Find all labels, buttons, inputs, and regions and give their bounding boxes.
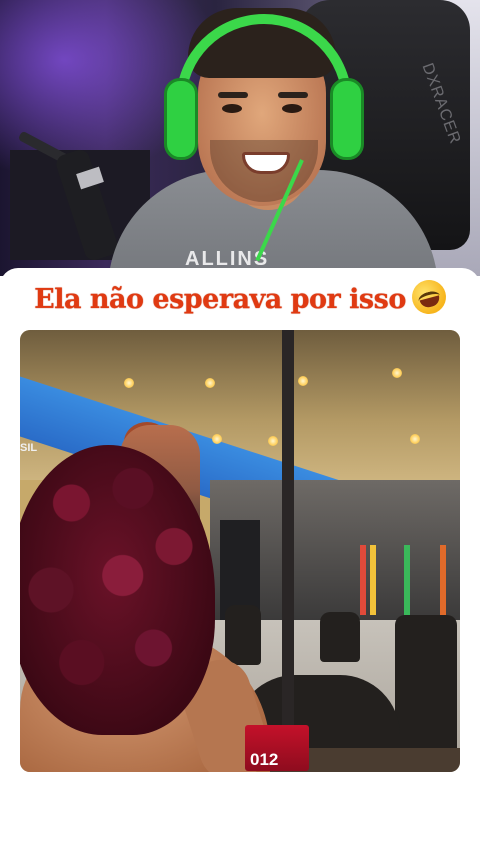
support-pole: [282, 330, 294, 772]
video-caption: Ela não esperava por isso: [0, 276, 480, 318]
rainbow-stripe: [360, 545, 366, 615]
ceiling-light: [392, 368, 402, 378]
streamer-webcam: DXRACER ALLINS: [0, 0, 480, 276]
ceiling-light: [298, 376, 308, 386]
table-number-text: 012: [250, 750, 279, 769]
rainbow-stripe: [404, 545, 410, 615]
restaurant-chair: [225, 605, 261, 665]
embedded-video[interactable]: SIL 012: [20, 330, 460, 772]
rolling-laughing-emoji-icon: [408, 276, 450, 318]
green-headphones-icon: [164, 78, 198, 160]
restaurant-chair: [320, 612, 360, 662]
ceiling-light: [205, 378, 215, 388]
headphone-right-cup: [330, 78, 364, 160]
storefront-sign-text: SIL: [20, 442, 38, 454]
ceiling-light: [410, 434, 420, 444]
left-eye: [222, 104, 242, 113]
rainbow-stripe: [440, 545, 446, 615]
ceiling-light: [268, 436, 278, 446]
restaurant-chair: [395, 615, 457, 755]
ceiling-light: [124, 378, 134, 388]
caption-text: Ela não esperava por isso: [34, 284, 406, 315]
ceiling-light: [212, 434, 222, 444]
rainbow-stripe: [370, 545, 376, 615]
right-eye: [282, 104, 302, 113]
